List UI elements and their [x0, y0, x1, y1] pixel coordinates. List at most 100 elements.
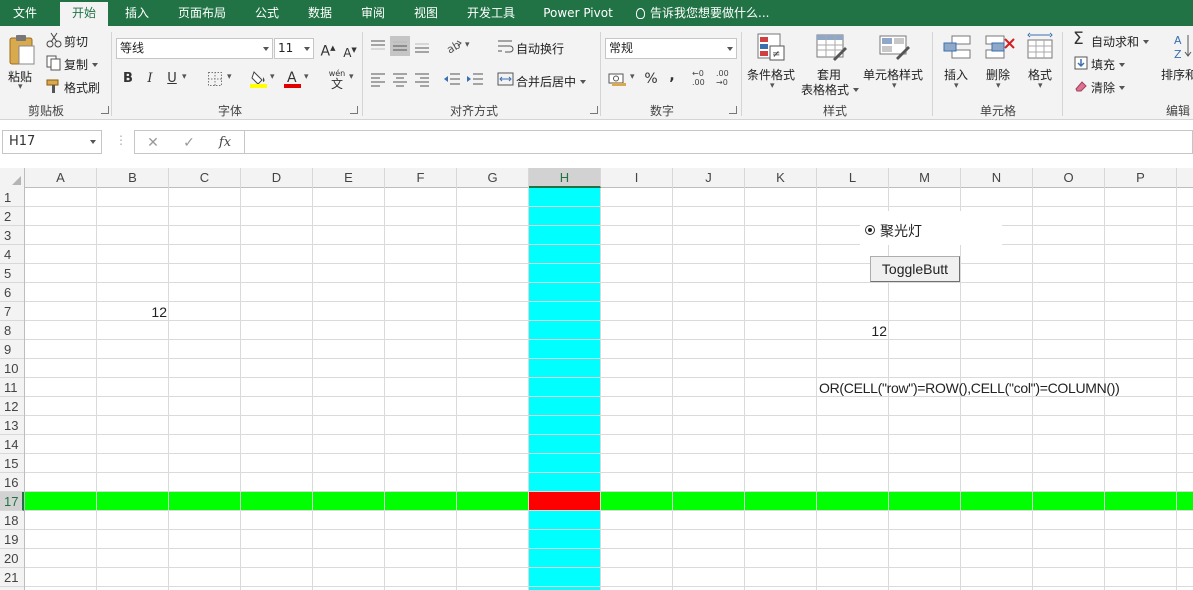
- borders-icon[interactable]: [207, 71, 223, 87]
- wrap-text-button[interactable]: 自动换行: [516, 40, 564, 57]
- borders-dropdown-icon[interactable]: ▾: [227, 72, 232, 82]
- currency-dropdown-icon[interactable]: ▾: [630, 72, 635, 82]
- phonetic-guide-icon[interactable]: wén 文: [326, 67, 348, 90]
- row-header[interactable]: 5: [0, 264, 24, 283]
- underline-dropdown-icon[interactable]: ▾: [182, 72, 187, 82]
- row-header[interactable]: 21: [0, 568, 24, 587]
- currency-icon[interactable]: [608, 71, 628, 87]
- enter-button[interactable]: ✓: [174, 133, 204, 153]
- orientation-icon[interactable]: ab: [445, 38, 463, 54]
- grow-font-button[interactable]: A▲: [318, 38, 338, 60]
- row-header[interactable]: 15: [0, 454, 24, 473]
- row-header[interactable]: 13: [0, 416, 24, 435]
- tab-power-pivot[interactable]: Power Pivot: [536, 0, 620, 26]
- tab-file[interactable]: 文件: [0, 0, 50, 26]
- column-header[interactable]: O: [1033, 168, 1105, 188]
- row-header[interactable]: 12: [0, 397, 24, 416]
- cell-area[interactable]: 12 12 OR(CELL("row")=ROW(),CELL("col")=C…: [25, 188, 1193, 590]
- tab-view[interactable]: 视图: [404, 0, 448, 26]
- column-header[interactable]: H: [529, 168, 601, 188]
- alignment-launcher-icon[interactable]: [590, 106, 598, 114]
- font-color-icon[interactable]: A: [283, 69, 303, 89]
- format-as-table-button[interactable]: 表格格式: [801, 81, 860, 98]
- column-header[interactable]: A: [25, 168, 97, 188]
- decrease-indent-icon[interactable]: [443, 71, 461, 87]
- toggle-button[interactable]: ToggleButt: [870, 256, 960, 282]
- row-header[interactable]: 8: [0, 321, 24, 340]
- autosum-button[interactable]: 自动求和: [1091, 33, 1150, 50]
- row-header[interactable]: 17: [0, 492, 24, 511]
- cancel-button[interactable]: ✕: [138, 133, 168, 153]
- tab-data[interactable]: 数据: [298, 0, 342, 26]
- tab-page-layout[interactable]: 页面布局: [170, 0, 234, 26]
- format-painter-button[interactable]: 格式刷: [64, 79, 100, 96]
- align-middle-button[interactable]: [390, 36, 410, 56]
- fill-color-icon[interactable]: [249, 69, 269, 89]
- orientation-dropdown-icon[interactable]: ▾: [465, 40, 470, 50]
- drag-handle-icon[interactable]: ⋮: [115, 133, 127, 147]
- tell-me-box[interactable]: 告诉我您想要做什么...: [636, 0, 769, 26]
- tab-formulas[interactable]: 公式: [245, 0, 289, 26]
- radio-button-icon[interactable]: [865, 225, 875, 235]
- cell-styles-dropdown-icon[interactable]: ▾: [892, 81, 897, 91]
- active-cell-highlight[interactable]: [529, 492, 601, 511]
- column-header[interactable]: C: [169, 168, 241, 188]
- increase-indent-icon[interactable]: [466, 71, 484, 87]
- fill-button[interactable]: 填充: [1091, 56, 1126, 73]
- column-header[interactable]: M: [889, 168, 961, 188]
- row-header[interactable]: 18: [0, 511, 24, 530]
- row-header[interactable]: 1: [0, 188, 24, 207]
- cell-b7[interactable]: 12: [97, 304, 167, 320]
- row-header[interactable]: 2: [0, 207, 24, 226]
- phonetic-dropdown-icon[interactable]: ▾: [349, 72, 354, 82]
- number-launcher-icon[interactable]: [729, 106, 737, 114]
- align-bottom-icon[interactable]: [414, 38, 430, 54]
- select-all-button[interactable]: [0, 168, 25, 188]
- row-header[interactable]: 4: [0, 245, 24, 264]
- font-color-dropdown-icon[interactable]: ▾: [304, 72, 309, 82]
- row-header[interactable]: 10: [0, 359, 24, 378]
- tab-insert[interactable]: 插入: [115, 0, 159, 26]
- column-header[interactable]: K: [745, 168, 817, 188]
- row-header[interactable]: 11: [0, 378, 24, 397]
- merge-center-button[interactable]: 合并后居中: [516, 73, 587, 90]
- row-header[interactable]: 20: [0, 549, 24, 568]
- align-left-icon[interactable]: [370, 71, 386, 87]
- clipboard-launcher-icon[interactable]: [101, 106, 109, 114]
- row-header[interactable]: 9: [0, 340, 24, 359]
- percent-button[interactable]: %: [641, 69, 661, 89]
- row-header[interactable]: 3: [0, 226, 24, 245]
- copy-button[interactable]: 复制: [64, 56, 99, 73]
- column-header[interactable]: G: [457, 168, 529, 188]
- font-name-select[interactable]: 等线: [116, 38, 273, 59]
- row-header[interactable]: 7: [0, 302, 24, 321]
- italic-button[interactable]: I: [140, 69, 160, 89]
- fill-color-dropdown-icon[interactable]: ▾: [270, 72, 275, 82]
- row-header[interactable]: 6: [0, 283, 24, 302]
- font-size-select[interactable]: 11: [274, 38, 314, 59]
- bold-button[interactable]: B: [118, 69, 138, 89]
- shrink-font-button[interactable]: A▼: [340, 40, 360, 60]
- insert-dropdown-icon[interactable]: ▾: [954, 81, 959, 91]
- column-header[interactable]: F: [385, 168, 457, 188]
- font-launcher-icon[interactable]: [350, 106, 358, 114]
- decrease-decimal-button[interactable]: .00 →0: [716, 69, 736, 87]
- worksheet-grid[interactable]: ABCDEFGHIJKLMNOP 1 2 3 4 5 6 7 8 9 10 11 12 13 14 15 16…: [0, 168, 1193, 590]
- cell-l11[interactable]: OR(CELL("row")=ROW(),CELL("col")=COLUMN(…: [819, 380, 1120, 396]
- cell-l8[interactable]: 12: [817, 323, 887, 339]
- conditional-dropdown-icon[interactable]: ▾: [770, 81, 775, 91]
- align-center-icon[interactable]: [392, 71, 408, 87]
- comma-button[interactable]: ,: [662, 66, 682, 86]
- clear-button[interactable]: 清除: [1091, 79, 1126, 96]
- tab-developer[interactable]: 开发工具: [458, 0, 524, 26]
- format-dropdown-icon[interactable]: ▾: [1038, 81, 1043, 91]
- row-header[interactable]: 14: [0, 435, 24, 454]
- row-header[interactable]: 19: [0, 530, 24, 549]
- tab-review[interactable]: 审阅: [351, 0, 395, 26]
- name-box[interactable]: H17: [2, 130, 102, 154]
- column-header[interactable]: N: [961, 168, 1033, 188]
- delete-dropdown-icon[interactable]: ▾: [996, 81, 1001, 91]
- option-button-control[interactable]: 聚光灯: [860, 211, 1002, 245]
- formula-input[interactable]: [245, 130, 1193, 154]
- cut-button[interactable]: 剪切: [64, 33, 88, 50]
